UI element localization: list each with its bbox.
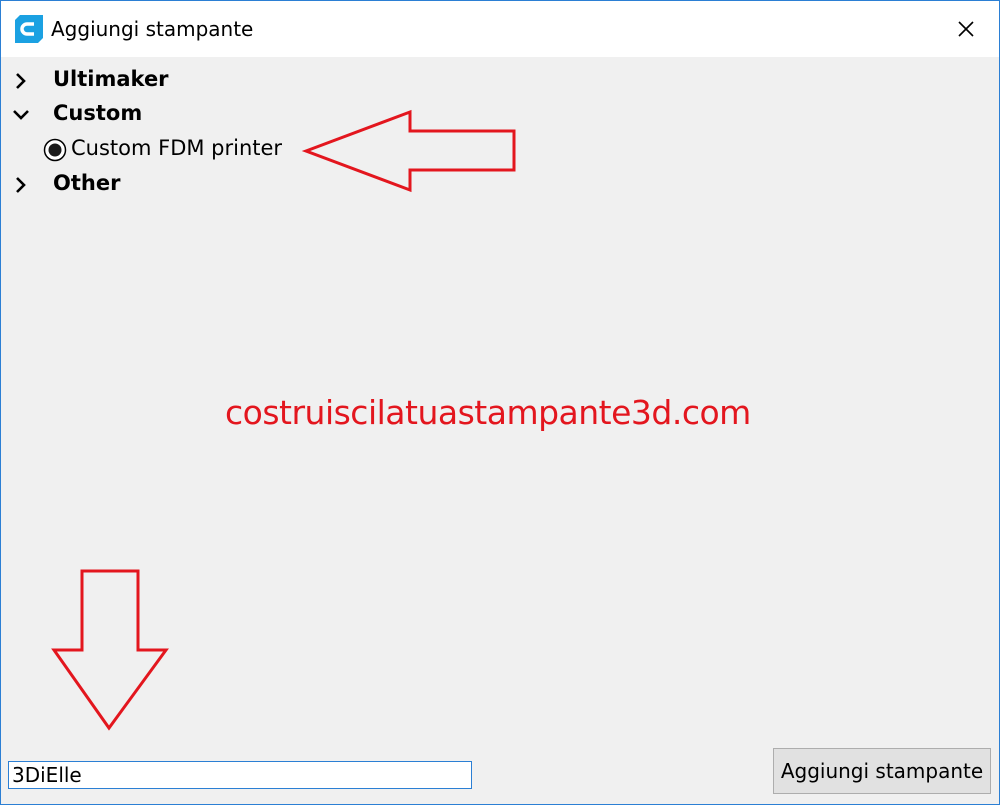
title-bar: Aggiungi stampante: [1, 1, 999, 57]
chevron-down-icon[interactable]: [11, 105, 31, 125]
down-arrow-annotation: [51, 569, 169, 731]
printer-item-label: Custom FDM printer: [71, 136, 283, 160]
radio-selected-icon[interactable]: [43, 138, 67, 162]
left-arrow-annotation: [301, 109, 516, 193]
category-label: Other: [53, 171, 121, 195]
printer-name-input[interactable]: [8, 761, 472, 789]
add-printer-button[interactable]: Aggiungi stampante: [773, 748, 991, 794]
chevron-right-icon[interactable]: [11, 71, 31, 91]
printer-item-custom-fdm[interactable]: Custom FDM printer: [1, 135, 301, 167]
category-label: Custom: [53, 101, 143, 125]
category-label: Ultimaker: [53, 67, 169, 91]
add-printer-dialog: Aggiungi stampante Ultimaker Custom Cust…: [0, 0, 1000, 805]
close-icon[interactable]: [951, 14, 981, 44]
chevron-right-icon[interactable]: [11, 175, 31, 195]
cura-logo-icon: [15, 15, 43, 43]
window-title: Aggiungi stampante: [51, 17, 254, 41]
watermark-text: costruiscilatuastampante3d.com: [225, 393, 751, 432]
